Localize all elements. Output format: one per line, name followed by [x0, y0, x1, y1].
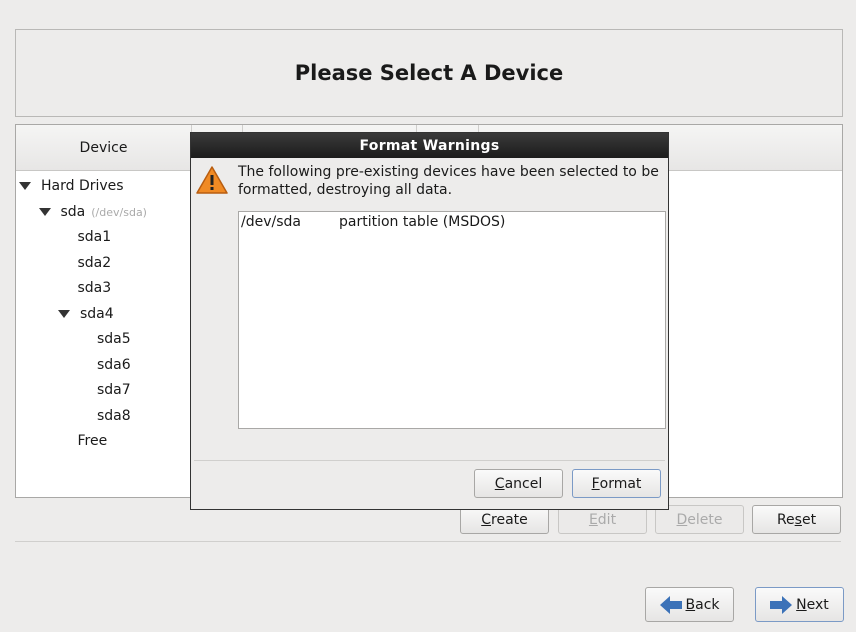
format-button[interactable]: Format: [572, 469, 661, 498]
reset-button[interactable]: Re s et: [752, 505, 841, 534]
expander-icon[interactable]: [38, 207, 51, 216]
label: et: [801, 511, 817, 528]
tree-row-sda5[interactable]: sda5: [97, 327, 131, 352]
format-warnings-dialog: Format Warnings The following pre-existi…: [190, 132, 669, 510]
mnemonic: N: [796, 596, 807, 613]
warning-icon: [196, 166, 228, 194]
mnemonic: B: [685, 596, 696, 613]
row-label: sda2: [77, 254, 112, 271]
divider: [15, 541, 841, 542]
row-label: sda5: [97, 331, 131, 347]
tree-row-sda8[interactable]: sda8: [97, 404, 131, 429]
row-label: sda8: [97, 407, 131, 424]
device-list[interactable]: /dev/sda partition table (MSDOS): [238, 211, 666, 429]
back-button[interactable]: Back: [645, 587, 734, 622]
label: ormat: [599, 475, 642, 492]
row-label: sda4: [80, 305, 114, 322]
mnemonic: C: [481, 511, 492, 528]
row-label: Free: [77, 433, 108, 449]
device-path: /dev/sda: [241, 214, 301, 230]
device-description: partition table (MSDOS): [339, 214, 506, 230]
label: ext: [806, 596, 829, 613]
row-label: sda6: [97, 356, 131, 373]
tree-row-hard-drives[interactable]: Hard Drives: [19, 174, 124, 199]
tree-row-sda7[interactable]: sda7: [97, 378, 131, 403]
mnemonic: F: [591, 475, 600, 492]
tree-row-sda4[interactable]: sda4: [58, 302, 114, 327]
tree-row-sda2[interactable]: sda2: [78, 251, 112, 276]
tree-row-sda1[interactable]: sda1: [78, 225, 112, 250]
expander-icon[interactable]: [19, 182, 31, 190]
row-label: sda: [60, 203, 86, 220]
arrow-right-icon: [770, 595, 793, 614]
label: dit: [597, 511, 617, 528]
row-label: sda3: [77, 280, 112, 296]
list-item[interactable]: /dev/sda partition table (MSDOS): [241, 214, 505, 230]
label: ack: [695, 596, 720, 613]
tree-row-sda6[interactable]: sda6: [97, 353, 131, 378]
tree-row-free[interactable]: Free: [78, 429, 108, 454]
cancel-button[interactable]: Cancel: [474, 469, 563, 498]
column-device[interactable]: Device: [16, 125, 192, 170]
next-button[interactable]: Next: [755, 587, 844, 622]
mnemonic: C: [494, 475, 505, 492]
mnemonic: s: [794, 511, 802, 528]
row-label: sda7: [97, 382, 131, 398]
row-label: sda1: [77, 229, 112, 245]
row-label: Hard Drives: [41, 178, 124, 194]
device-path: (/dev/sda): [91, 205, 147, 219]
mnemonic: D: [676, 511, 688, 528]
page-header: Please Select A Device: [15, 29, 843, 117]
label: elete: [687, 511, 723, 528]
arrow-left-icon: [659, 595, 682, 614]
label: reate: [491, 511, 528, 528]
mnemonic: E: [588, 511, 598, 528]
dialog-title: Format Warnings: [191, 133, 668, 158]
tree-row-sda[interactable]: sda (/dev/sda): [38, 200, 147, 225]
dialog-message: The following pre-existing devices have …: [238, 164, 659, 198]
tree-row-sda3[interactable]: sda3: [78, 276, 112, 301]
expander-icon[interactable]: [58, 309, 70, 318]
label: Re: [776, 511, 795, 528]
divider: [194, 460, 665, 461]
label: ancel: [504, 475, 543, 492]
page-title: Please Select A Device: [294, 61, 564, 85]
